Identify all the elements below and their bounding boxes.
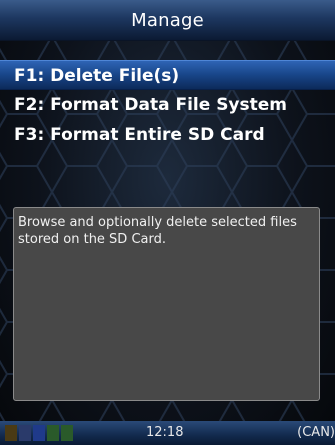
status-bar: 12:18 (CAN) [0,421,335,445]
menu-item-delete-files[interactable]: F1: Delete File(s) [0,60,335,90]
status-indicator-3 [33,425,45,441]
status-indicators [5,425,73,441]
device-screen: Manage F1: Delete File(s) F2: Format Dat… [0,0,335,445]
status-time: 12:18 [146,425,184,440]
manage-menu: F1: Delete File(s) F2: Format Data File … [0,60,335,150]
title-bar: Manage [0,0,335,41]
menu-item-format-entire-sd-card[interactable]: F3: Format Entire SD Card [0,120,335,150]
status-indicator-5 [61,425,73,441]
menu-item-format-data-file-system[interactable]: F2: Format Data File System [0,90,335,120]
menu-item-label: F1: Delete File(s) [14,66,180,86]
status-indicator-1 [5,425,17,441]
page-title: Manage [131,9,204,31]
status-indicator-2 [19,425,31,441]
status-indicator-4 [47,425,59,441]
description-text: Browse and optionally delete selected fi… [18,215,297,247]
status-bus-label: (CAN) [297,425,335,440]
menu-item-label: F3: Format Entire SD Card [14,125,265,145]
description-panel: Browse and optionally delete selected fi… [13,207,320,401]
menu-item-label: F2: Format Data File System [14,95,288,115]
